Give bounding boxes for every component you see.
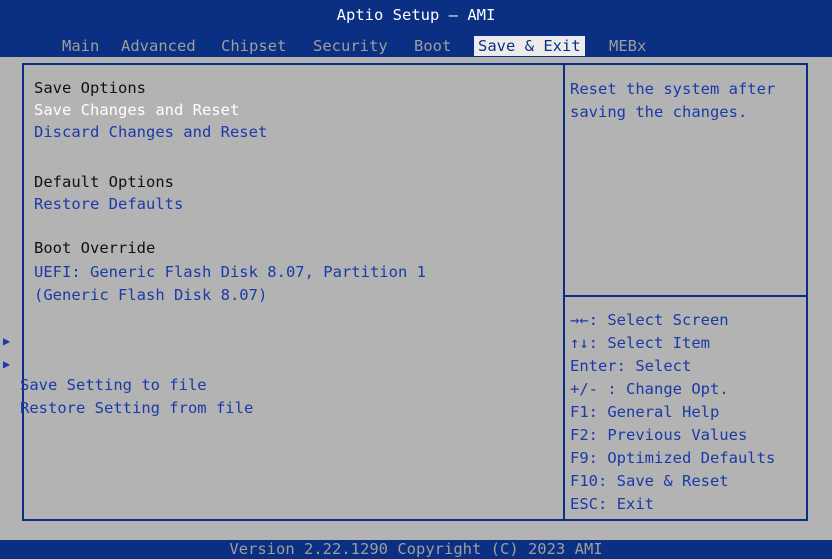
tab-main[interactable]: Main [58, 36, 103, 56]
header-bar: Aptio Setup – AMI Main Advanced Chipset … [0, 0, 832, 57]
tab-advanced[interactable]: Advanced [117, 36, 200, 56]
key-legend-optimized-defaults: F9: Optimized Defaults [570, 449, 776, 467]
boot-override-heading: Boot Override [34, 239, 156, 257]
tab-security[interactable]: Security [309, 36, 392, 56]
key-legend-save-reset: F10: Save & Reset [570, 472, 729, 490]
submenu-arrow-icon: ▶ [3, 334, 11, 348]
key-legend-general-help: F1: General Help [570, 403, 720, 421]
default-options-heading: Default Options [34, 173, 174, 191]
key-legend-select-item: ↑↓: Select Item [570, 334, 710, 352]
save-options-heading: Save Options [34, 79, 146, 97]
help-description-line1: Reset the system after [570, 80, 776, 98]
tab-chipset[interactable]: Chipset [217, 36, 290, 56]
tab-mebx[interactable]: MEBx [605, 36, 650, 56]
restore-defaults-item[interactable]: Restore Defaults [34, 193, 183, 215]
panel-divider-vertical [563, 63, 565, 521]
tab-save-exit[interactable]: Save & Exit [474, 36, 585, 56]
app-title: Aptio Setup – AMI [336, 6, 496, 24]
footer-version: Version 2.22.1290 Copyright (C) 2023 AMI [0, 540, 832, 559]
key-legend-exit: ESC: Exit [570, 495, 654, 513]
save-changes-and-reset-item[interactable]: Save Changes and Reset [34, 99, 239, 121]
key-legend-previous-values: F2: Previous Values [570, 426, 748, 444]
help-description-line2: saving the changes. [570, 103, 748, 121]
restore-setting-from-file-row[interactable]: ▶ Restore Setting from file [0, 353, 560, 419]
tab-boot[interactable]: Boot [410, 36, 455, 56]
key-legend-enter: Enter: Select [570, 357, 692, 375]
boot-override-device-item[interactable]: UEFI: Generic Flash Disk 8.07, Partition… [34, 261, 426, 283]
restore-setting-from-file-item[interactable]: Restore Setting from file [20, 397, 253, 419]
key-legend-change-opt: +/- : Change Opt. [570, 380, 729, 398]
submenu-arrow-icon: ▶ [3, 357, 11, 371]
discard-changes-and-reset-item[interactable]: Discard Changes and Reset [34, 121, 267, 143]
boot-override-device-item-subtitle[interactable]: (Generic Flash Disk 8.07) [34, 284, 267, 306]
key-legend-select-screen: →←: Select Screen [570, 311, 729, 329]
help-divider-horizontal [565, 295, 808, 297]
